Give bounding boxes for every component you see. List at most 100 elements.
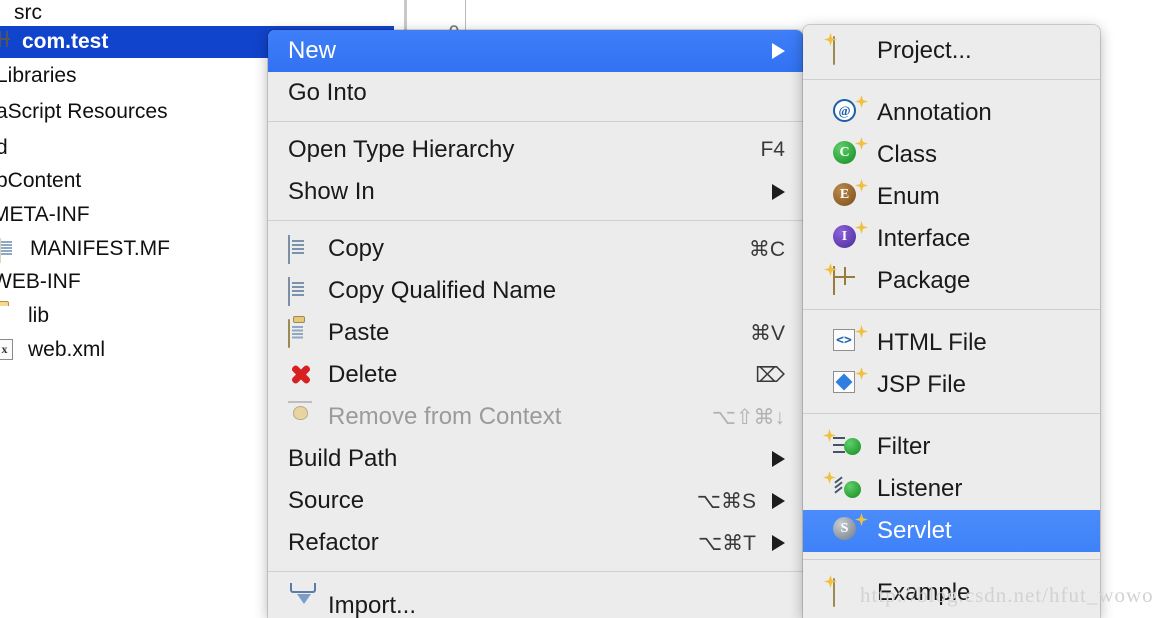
submenu-item-label: HTML File [877, 329, 987, 356]
menu-item-label: Paste [328, 319, 390, 346]
new-package-icon [824, 263, 865, 295]
submenu-item-label: Annotation [877, 99, 992, 126]
paste-icon [288, 319, 318, 348]
submenu-arrow-icon [772, 184, 785, 200]
menu-item-shortcut: ⌥⇧⌘↓ [711, 405, 785, 429]
submenu-separator [803, 309, 1100, 310]
menu-item-delete[interactable]: Delete ⌦ [268, 354, 803, 396]
submenu-item-filter[interactable]: Filter [803, 426, 1100, 468]
new-project-icon [824, 33, 865, 65]
menu-item-new[interactable]: New [268, 30, 803, 72]
code-line: 9 <welcome-file>default.html</welcome-fi… [404, 0, 1172, 73]
tree-item-label: web.xml [28, 338, 106, 361]
menu-item-shortcut: F4 [760, 138, 785, 161]
submenu-item-interface[interactable]: I Interface [803, 218, 1100, 260]
copy-qualified-name-icon [288, 277, 318, 306]
submenu-item-label: Example [877, 579, 971, 606]
submenu-item-example[interactable]: Example [803, 572, 1100, 614]
menu-item-copy-qualified-name[interactable]: Copy Qualified Name [268, 270, 803, 312]
menu-item-label: Import... [328, 592, 417, 618]
menu-item-label: Show In [288, 178, 375, 205]
submenu-arrow-icon [772, 493, 785, 509]
submenu-item-label: Class [877, 141, 938, 168]
submenu-item-label: Servlet [877, 517, 952, 544]
menu-item-label: Build Path [288, 445, 398, 472]
menu-separator [268, 571, 803, 572]
submenu-item-enum[interactable]: E Enum [803, 176, 1100, 218]
submenu-item-label: Enum [877, 183, 940, 210]
submenu-item-project[interactable]: Project... [803, 30, 1100, 72]
submenu-arrow-icon [772, 43, 785, 59]
menu-item-label: Refactor [288, 529, 379, 556]
submenu-item-servlet[interactable]: S Servlet [803, 510, 1100, 552]
submenu-arrow-icon [772, 451, 785, 467]
submenu-item-html-file[interactable]: <> HTML File [803, 322, 1100, 364]
menu-item-paste[interactable]: Paste ⌘V [268, 312, 803, 354]
menu-item-source[interactable]: Source ⌥⌘S [268, 480, 803, 522]
menu-item-label: Source [288, 487, 365, 514]
menu-separator [268, 121, 803, 122]
menu-item-shortcut: ⌘V [749, 321, 785, 345]
new-annotation-icon: @ [833, 95, 868, 127]
tree-item-label: com.test [22, 30, 109, 53]
tree-item-label: Libraries [0, 64, 77, 87]
menu-item-open-type-hierarchy[interactable]: Open Type Hierarchy F4 [268, 129, 803, 171]
submenu-item-class[interactable]: C Class [803, 134, 1100, 176]
new-listener-icon [823, 471, 865, 503]
menu-item-import[interactable]: Import... [268, 585, 803, 618]
menu-item-refactor[interactable]: Refactor ⌥⌘T [268, 522, 803, 564]
submenu-separator [803, 79, 1100, 80]
remove-from-context-icon [288, 404, 318, 430]
new-submenu[interactable]: Project... @ Annotation C Class E Enum I… [803, 25, 1100, 618]
menu-item-shortcut: ⌘C [748, 237, 785, 261]
import-icon [288, 593, 318, 618]
package-icon [0, 31, 14, 53]
tree-item-src[interactable]: src [0, 0, 386, 29]
new-interface-icon: I [833, 221, 868, 253]
menu-item-label: Open Type Hierarchy [288, 136, 515, 163]
menu-item-label: Go Into [288, 79, 367, 106]
tree-item-label: WEB-INF [0, 270, 81, 293]
submenu-item-label: Project... [877, 37, 972, 64]
tree-item-label: META-INF [0, 203, 90, 226]
menu-separator [268, 220, 803, 221]
folder-icon [0, 305, 20, 327]
menu-item-build-path[interactable]: Build Path [268, 438, 803, 480]
tree-item-label: bContent [0, 169, 82, 192]
submenu-item-label: Listener [877, 475, 963, 502]
xml-file-icon: x [0, 339, 20, 361]
new-jsp-file-icon [833, 367, 868, 399]
submenu-separator [803, 413, 1100, 414]
new-enum-icon: E [833, 179, 868, 211]
menu-item-shortcut: ⌦ [755, 363, 785, 387]
submenu-item-jsp-file[interactable]: JSP File [803, 364, 1100, 406]
menu-item-go-into[interactable]: Go Into [268, 72, 803, 114]
menu-item-shortcut: ⌥⌘S [696, 489, 756, 513]
submenu-item-annotation[interactable]: @ Annotation [803, 92, 1100, 134]
new-servlet-icon: S [833, 513, 868, 545]
submenu-item-package[interactable]: Package [803, 260, 1100, 302]
new-example-icon [824, 575, 865, 607]
submenu-arrow-icon [772, 535, 785, 551]
new-class-icon: C [833, 137, 868, 169]
submenu-item-label: JSP File [877, 371, 966, 398]
tree-item-label: d [0, 136, 8, 159]
manifest-file-icon [0, 238, 22, 260]
menu-item-label: Copy Qualified Name [328, 277, 557, 304]
submenu-item-label: Package [877, 267, 971, 294]
tree-item-label: src [14, 1, 42, 24]
menu-item-copy[interactable]: Copy ⌘C [268, 228, 803, 270]
menu-item-label: Copy [328, 235, 385, 262]
tree-item-label: aScript Resources [0, 100, 168, 123]
submenu-item-label: Interface [877, 225, 971, 252]
menu-item-label: New [288, 37, 337, 64]
menu-item-show-in[interactable]: Show In [268, 171, 803, 213]
submenu-item-label: Filter [877, 433, 931, 460]
delete-icon [288, 362, 318, 388]
menu-item-label: Delete [328, 361, 398, 388]
tree-item-label: MANIFEST.MF [30, 237, 170, 260]
submenu-item-listener[interactable]: Listener [803, 468, 1100, 510]
menu-item-remove-from-context[interactable]: Remove from Context ⌥⇧⌘↓ [268, 396, 803, 438]
context-menu[interactable]: New Go Into Open Type Hierarchy F4 Show … [268, 30, 803, 618]
